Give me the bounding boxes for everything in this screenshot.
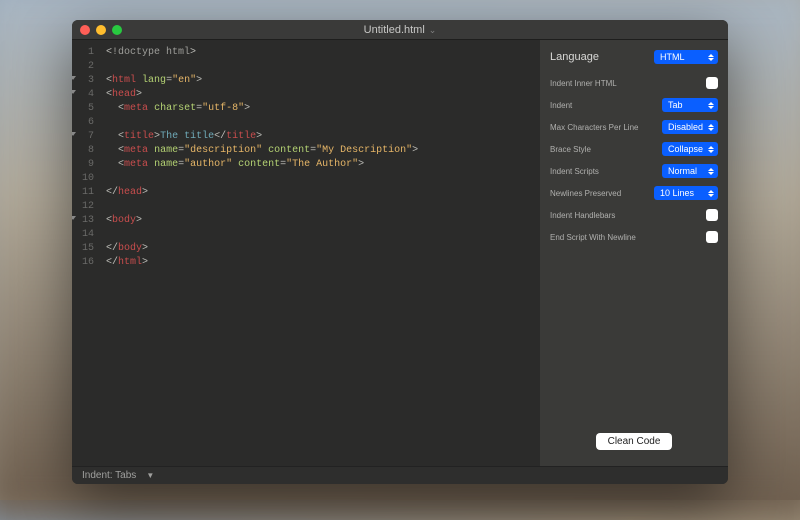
code-editor[interactable]: 12345678910111213141516 <!doctype html><…	[72, 40, 540, 466]
row-indent-scripts: Indent Scripts Normal	[550, 164, 718, 178]
language-label: Language	[550, 51, 599, 63]
line-gutter: 12345678910111213141516	[72, 40, 100, 466]
settings-sidebar: Language HTML Indent Inner HTML Indent T…	[540, 40, 728, 466]
language-select[interactable]: HTML	[654, 50, 718, 64]
newlines-preserved-select[interactable]: 10 Lines	[654, 186, 718, 200]
indent-status[interactable]: Indent: Tabs	[82, 470, 136, 481]
clean-code-button[interactable]: Clean Code	[596, 433, 673, 450]
indent-select[interactable]: Tab	[662, 98, 718, 112]
app-window: Untitled.html⌄ 12345678910111213141516 <…	[72, 20, 728, 484]
row-end-script-newline: End Script With Newline	[550, 230, 718, 244]
row-max-chars: Max Characters Per Line Disabled	[550, 120, 718, 134]
content-area: 12345678910111213141516 <!doctype html><…	[72, 40, 728, 466]
titlebar[interactable]: Untitled.html⌄	[72, 20, 728, 40]
brace-style-select[interactable]: Collapse	[662, 142, 718, 156]
indent-inner-html-checkbox[interactable]	[706, 77, 718, 89]
window-title[interactable]: Untitled.html⌄	[72, 24, 728, 36]
indent-handlebars-checkbox[interactable]	[706, 209, 718, 221]
indent-scripts-select[interactable]: Normal	[662, 164, 718, 178]
max-chars-select[interactable]: Disabled	[662, 120, 718, 134]
row-indent-inner-html: Indent Inner HTML	[550, 76, 718, 90]
row-indent-handlebars: Indent Handlebars	[550, 208, 718, 222]
row-newlines-preserved: Newlines Preserved 10 Lines	[550, 186, 718, 200]
chevron-down-icon[interactable]: ▼	[146, 471, 154, 480]
sidebar-header: Language HTML	[550, 50, 718, 64]
statusbar: Indent: Tabs ▼	[72, 466, 728, 484]
chevron-down-icon: ⌄	[429, 25, 437, 35]
row-brace-style: Brace Style Collapse	[550, 142, 718, 156]
row-indent: Indent Tab	[550, 98, 718, 112]
end-script-newline-checkbox[interactable]	[706, 231, 718, 243]
code-area[interactable]: <!doctype html><html lang="en"><head> <m…	[100, 40, 540, 466]
